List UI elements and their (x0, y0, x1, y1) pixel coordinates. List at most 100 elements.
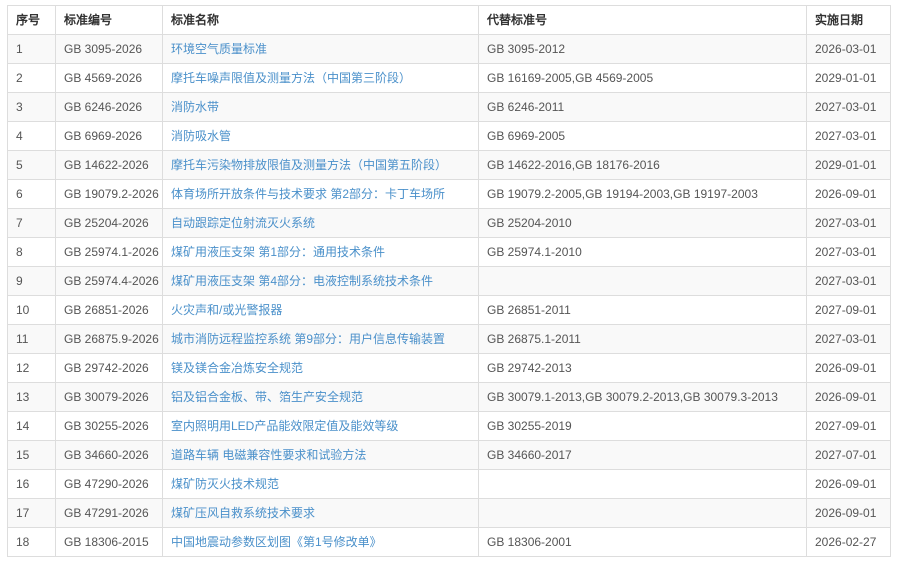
cell-code: GB 30079-2026 (56, 383, 163, 412)
cell-date: 2026-09-01 (807, 180, 891, 209)
cell-replaced: GB 14622-2016,GB 18176-2016 (479, 151, 807, 180)
cell-code: GB 6969-2026 (56, 122, 163, 151)
table-row: 15GB 34660-2026道路车辆 电磁兼容性要求和试验方法GB 34660… (8, 441, 891, 470)
standard-name-link[interactable]: 镁及镁合金冶炼安全规范 (171, 361, 303, 375)
standards-table: 序号标准编号标准名称代替标准号实施日期 1GB 3095-2026环境空气质量标… (7, 5, 891, 557)
cell-seq: 15 (8, 441, 56, 470)
cell-code: GB 19079.2-2026 (56, 180, 163, 209)
cell-seq: 1 (8, 35, 56, 64)
standard-name-link[interactable]: 中国地震动参数区划图《第1号修改单》 (171, 535, 382, 549)
cell-date: 2029-01-01 (807, 64, 891, 93)
cell-name: 镁及镁合金冶炼安全规范 (163, 354, 479, 383)
cell-replaced (479, 470, 807, 499)
standard-name-link[interactable]: 摩托车噪声限值及测量方法（中国第三阶段） (171, 71, 411, 85)
standard-name-link[interactable]: 环境空气质量标准 (171, 42, 267, 56)
cell-code: GB 3095-2026 (56, 35, 163, 64)
table-row: 8GB 25974.1-2026煤矿用液压支架 第1部分：通用技术条件GB 25… (8, 238, 891, 267)
cell-name: 煤矿防灭火技术规范 (163, 470, 479, 499)
cell-replaced: GB 26851-2011 (479, 296, 807, 325)
table-row: 16GB 47290-2026煤矿防灭火技术规范2026-09-01 (8, 470, 891, 499)
cell-name: 煤矿压风自救系统技术要求 (163, 499, 479, 528)
cell-replaced: GB 30255-2019 (479, 412, 807, 441)
column-header-code: 标准编号 (56, 6, 163, 35)
table-row: 12GB 29742-2026镁及镁合金冶炼安全规范GB 29742-20132… (8, 354, 891, 383)
table-row: 4GB 6969-2026 消防吸水管 GB 6969-20052027-03-01 (8, 122, 891, 151)
standard-name-link[interactable]: 摩托车污染物排放限值及测量方法（中国第五阶段） (171, 158, 447, 172)
cell-seq: 18 (8, 528, 56, 557)
cell-name: 消防水带 (163, 93, 479, 122)
standard-name-link[interactable]: 道路车辆 电磁兼容性要求和试验方法 (171, 448, 366, 462)
standard-name-link[interactable]: 煤矿用液压支架 第1部分：通用技术条件 (171, 245, 385, 259)
cell-date: 2029-01-01 (807, 151, 891, 180)
cell-code: GB 26851-2026 (56, 296, 163, 325)
cell-seq: 9 (8, 267, 56, 296)
cell-seq: 17 (8, 499, 56, 528)
cell-name: 煤矿用液压支架 第4部分：电液控制系统技术条件 (163, 267, 479, 296)
standard-name-link[interactable]: 室内照明用LED产品能效限定值及能效等级 (171, 419, 398, 433)
cell-code: GB 18306-2015 (56, 528, 163, 557)
standard-name-link[interactable]: 城市消防远程监控系统 第9部分：用户信息传输装置 (171, 332, 445, 346)
cell-replaced: GB 26875.1-2011 (479, 325, 807, 354)
cell-seq: 4 (8, 122, 56, 151)
standard-name-link[interactable]: 铝及铝合金板、带、箔生产安全规范 (171, 390, 363, 404)
page: 序号标准编号标准名称代替标准号实施日期 1GB 3095-2026环境空气质量标… (0, 0, 900, 573)
standard-name-link[interactable]: 消防水带 (171, 100, 219, 114)
cell-seq: 7 (8, 209, 56, 238)
cell-replaced: GB 6246-2011 (479, 93, 807, 122)
cell-date: 2027-09-01 (807, 412, 891, 441)
cell-seq: 16 (8, 470, 56, 499)
cell-seq: 2 (8, 64, 56, 93)
cell-name: 城市消防远程监控系统 第9部分：用户信息传输装置 (163, 325, 479, 354)
cell-seq: 14 (8, 412, 56, 441)
cell-name: 消防吸水管 (163, 122, 479, 151)
cell-date: 2027-03-01 (807, 209, 891, 238)
cell-replaced: GB 18306-2001 (479, 528, 807, 557)
cell-code: GB 6246-2026 (56, 93, 163, 122)
standard-name-link[interactable]: 消防吸水管 (171, 129, 231, 143)
cell-name: 环境空气质量标准 (163, 35, 479, 64)
cell-seq: 13 (8, 383, 56, 412)
column-header-replaced: 代替标准号 (479, 6, 807, 35)
cell-seq: 3 (8, 93, 56, 122)
table-body: 1GB 3095-2026环境空气质量标准GB 3095-20122026-03… (8, 35, 891, 557)
cell-date: 2027-07-01 (807, 441, 891, 470)
cell-date: 2027-03-01 (807, 122, 891, 151)
cell-seq: 8 (8, 238, 56, 267)
table-row: 9GB 25974.4-2026煤矿用液压支架 第4部分：电液控制系统技术条件2… (8, 267, 891, 296)
cell-name: 室内照明用LED产品能效限定值及能效等级 (163, 412, 479, 441)
standard-name-link[interactable]: 体育场所开放条件与技术要求 第2部分：卡丁车场所 (171, 187, 445, 201)
standard-name-link[interactable]: 自动跟踪定位射流灭火系统 (171, 216, 315, 230)
standard-name-link[interactable]: 煤矿防灭火技术规范 (171, 477, 279, 491)
table-row: 5GB 14622-2026摩托车污染物排放限值及测量方法（中国第五阶段）GB … (8, 151, 891, 180)
cell-date: 2027-09-01 (807, 296, 891, 325)
table-row: 11GB 26875.9-2026城市消防远程监控系统 第9部分：用户信息传输装… (8, 325, 891, 354)
table-row: 3GB 6246-2026消防水带GB 6246-20112027-03-01 (8, 93, 891, 122)
table-row: 14GB 30255-2026 室内照明用LED产品能效限定值及能效等级 GB 30… (8, 412, 891, 441)
cell-code: GB 29742-2026 (56, 354, 163, 383)
cell-replaced: GB 29742-2013 (479, 354, 807, 383)
cell-code: GB 47290-2026 (56, 470, 163, 499)
table-row: 7GB 25204-2026自动跟踪定位射流灭火系统GB 25204-20102… (8, 209, 891, 238)
cell-name: 火灾声和/或光警报器 (163, 296, 479, 325)
cell-date: 2027-03-01 (807, 238, 891, 267)
cell-seq: 5 (8, 151, 56, 180)
table-row: 6GB 19079.2-2026体育场所开放条件与技术要求 第2部分：卡丁车场所… (8, 180, 891, 209)
cell-replaced: GB 6969-2005 (479, 122, 807, 151)
cell-code: GB 47291-2026 (56, 499, 163, 528)
column-header-date: 实施日期 (807, 6, 891, 35)
cell-code: GB 4569-2026 (56, 64, 163, 93)
cell-date: 2026-09-01 (807, 383, 891, 412)
cell-code: GB 34660-2026 (56, 441, 163, 470)
cell-name: 铝及铝合金板、带、箔生产安全规范 (163, 383, 479, 412)
cell-code: GB 30255-2026 (56, 412, 163, 441)
cell-date: 2026-09-01 (807, 354, 891, 383)
cell-name: 煤矿用液压支架 第1部分：通用技术条件 (163, 238, 479, 267)
cell-name: 体育场所开放条件与技术要求 第2部分：卡丁车场所 (163, 180, 479, 209)
table-row: 1GB 3095-2026环境空气质量标准GB 3095-20122026-03… (8, 35, 891, 64)
standard-name-link[interactable]: 火灾声和/或光警报器 (171, 303, 282, 317)
standard-name-link[interactable]: 煤矿压风自救系统技术要求 (171, 506, 315, 520)
cell-code: GB 25974.4-2026 (56, 267, 163, 296)
cell-date: 2026-03-01 (807, 35, 891, 64)
column-header-name: 标准名称 (163, 6, 479, 35)
standard-name-link[interactable]: 煤矿用液压支架 第4部分：电液控制系统技术条件 (171, 274, 433, 288)
